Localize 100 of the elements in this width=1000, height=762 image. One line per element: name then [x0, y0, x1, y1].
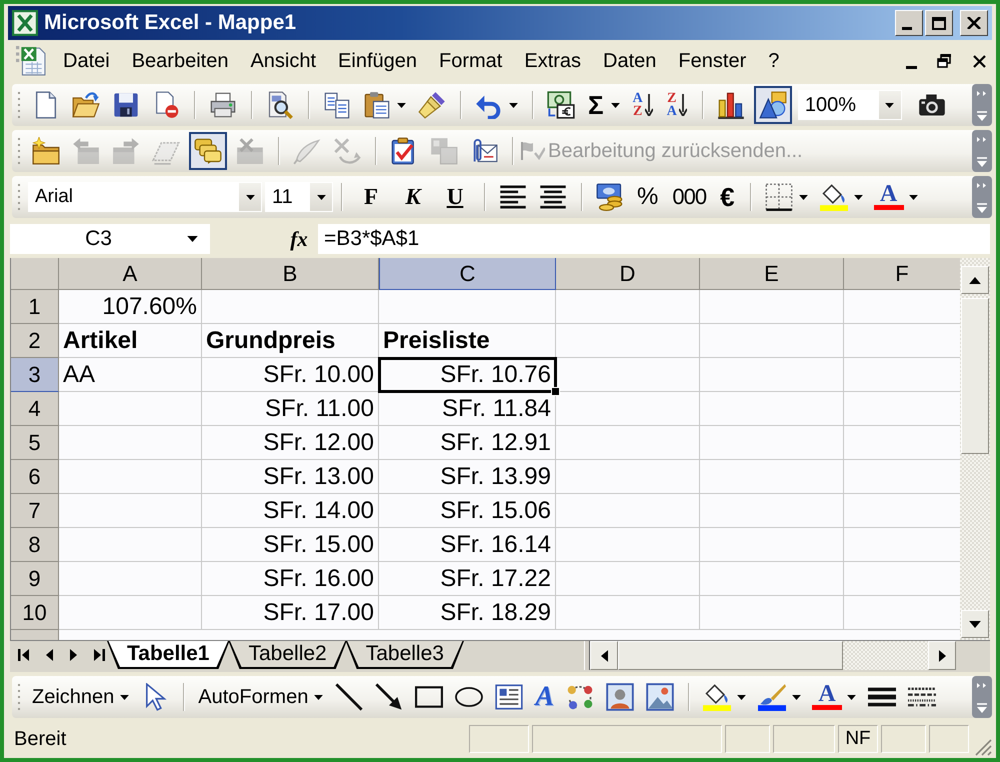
spreadsheet-cell[interactable]: SFr. 15.00	[202, 528, 379, 562]
line-icon[interactable]	[335, 683, 364, 711]
bold-button[interactable]: F	[350, 184, 392, 210]
caret-icon[interactable]	[187, 236, 198, 242]
thousands-separator-button[interactable]: 000	[665, 186, 714, 208]
autoshapes-menu-button[interactable]: AutoFormen	[192, 686, 330, 708]
spreadsheet-cell[interactable]: SFr. 17.22	[379, 562, 556, 596]
coins-icon[interactable]	[596, 183, 624, 211]
paint-bucket-icon[interactable]	[703, 683, 732, 711]
percent-button[interactable]: %	[630, 185, 666, 209]
split-handle[interactable]	[584, 641, 590, 670]
page-magnifier-icon[interactable]	[266, 91, 294, 119]
caret-icon[interactable]	[792, 694, 802, 700]
rectangle-icon[interactable]	[415, 683, 444, 711]
wordart-button[interactable]: A	[529, 683, 560, 711]
dropdown-button[interactable]	[878, 91, 901, 119]
font-color-button[interactable]: A	[812, 684, 842, 710]
first-sheet-icon[interactable]	[18, 648, 29, 662]
paintbrush-icon[interactable]	[758, 683, 786, 711]
drawing-button[interactable]	[754, 86, 792, 124]
font-size-combo[interactable]: 11	[265, 182, 333, 212]
dotted-grid-icon[interactable]	[764, 183, 793, 211]
dot-cycle-icon[interactable]	[566, 683, 594, 711]
toolbar-options-icon[interactable]	[972, 84, 992, 126]
scroll-left-button[interactable]	[590, 641, 618, 670]
spreadsheet-cell[interactable]: SFr. 13.00	[202, 460, 379, 494]
spreadsheet-cell[interactable]: Artikel	[59, 324, 202, 358]
align-center-icon[interactable]	[539, 183, 567, 211]
save-icon[interactable]	[112, 91, 140, 119]
spreadsheet-cell[interactable]: Preisliste	[379, 324, 556, 358]
menu-item[interactable]: Einfügen	[327, 46, 428, 76]
caret-icon[interactable]	[610, 102, 620, 108]
close-button[interactable]	[960, 10, 988, 36]
scroll-up-button[interactable]	[961, 266, 989, 294]
spreadsheet-cell[interactable]: SFr. 16.14	[379, 528, 556, 562]
euro-button[interactable]: €	[713, 184, 742, 210]
vertical-scrollbar[interactable]	[960, 258, 990, 640]
underline-button[interactable]: U	[434, 184, 476, 210]
paint-bucket-icon[interactable]	[820, 183, 848, 211]
sort-descending-button[interactable]: Z A	[660, 92, 694, 118]
font-color-button[interactable]: A	[874, 184, 904, 210]
show-all-comments-button[interactable]	[189, 132, 227, 170]
sheet-tab[interactable]: Tabelle2	[228, 641, 347, 669]
close-icon[interactable]	[973, 54, 986, 68]
scroll-thumb[interactable]	[961, 298, 989, 454]
spreadsheet-cell[interactable]: SFr. 11.84	[379, 392, 556, 426]
caret-icon[interactable]	[737, 694, 746, 700]
column-header[interactable]: A	[59, 258, 202, 290]
column-header[interactable]: F	[844, 258, 960, 290]
toolbar-options-icon[interactable]	[972, 676, 992, 718]
minimize-icon[interactable]	[906, 66, 917, 68]
align-left-icon[interactable]	[499, 183, 527, 211]
menu-item[interactable]: Bearbeiten	[120, 46, 240, 76]
next-sheet-icon[interactable]	[70, 648, 77, 662]
spreadsheet-cell[interactable]: SFr. 12.00	[202, 426, 379, 460]
previous-sheet-icon[interactable]	[46, 648, 53, 662]
print-icon[interactable]	[209, 91, 237, 119]
brush-icon[interactable]	[418, 91, 446, 119]
column-header[interactable]: D	[556, 258, 700, 290]
italic-button[interactable]: K	[392, 184, 434, 210]
font-combo[interactable]: Arial	[28, 182, 262, 212]
draw-menu-button[interactable]: Zeichnen	[26, 686, 136, 708]
text-box-icon[interactable]	[495, 683, 524, 711]
spreadsheet-document-icon[interactable]	[16, 46, 46, 76]
column-header[interactable]: B	[202, 258, 379, 290]
menu-item[interactable]: Format	[428, 46, 514, 76]
sheet-tab[interactable]: Tabelle1	[107, 641, 230, 669]
insert-function-button[interactable]: fx	[286, 226, 312, 252]
restore-icon[interactable]	[937, 54, 951, 68]
picture-icon[interactable]	[646, 683, 674, 711]
last-sheet-icon[interactable]	[94, 648, 105, 662]
banknote-icon[interactable]	[547, 91, 575, 119]
spreadsheet-cell[interactable]: SFr. 11.00	[202, 392, 379, 426]
fill-handle[interactable]	[551, 387, 560, 396]
minimize-button[interactable]	[895, 10, 923, 36]
scroll-down-button[interactable]	[961, 610, 989, 638]
caret-icon[interactable]	[798, 194, 808, 200]
sheet-tab[interactable]: Tabelle3	[346, 641, 464, 669]
spreadsheet-cell[interactable]: SFr. 17.00	[202, 596, 379, 630]
spreadsheet-cell[interactable]: 107.60%	[59, 290, 202, 324]
toolbar-options-icon[interactable]	[972, 130, 992, 172]
spreadsheet-cell[interactable]: Grundpreis	[202, 324, 379, 358]
folder-sparkle-icon[interactable]	[32, 137, 60, 165]
spreadsheet-cell[interactable]: SFr. 13.99	[379, 460, 556, 494]
row-header[interactable]: 3	[11, 358, 59, 392]
bar-chart-icon[interactable]	[716, 91, 745, 119]
paste-icon[interactable]	[363, 91, 391, 119]
spreadsheet-cell[interactable]: SFr. 18.29	[379, 596, 556, 630]
menu-item[interactable]: Ansicht	[239, 46, 328, 76]
name-box[interactable]: C3	[10, 224, 210, 254]
caret-icon[interactable]	[509, 102, 518, 108]
scroll-thumb[interactable]	[618, 641, 843, 670]
formula-field[interactable]: =B3*$A$1	[318, 224, 990, 254]
column-header[interactable]: C	[379, 258, 556, 290]
spreadsheet-cell[interactable]: AA	[59, 358, 202, 392]
spreadsheet-cell[interactable]: SFr. 15.06	[379, 494, 556, 528]
caret-icon[interactable]	[854, 194, 863, 200]
menu-item[interactable]: Extras	[513, 46, 592, 76]
portrait-frame-icon[interactable]	[606, 683, 634, 711]
zoom-combo[interactable]: 100%	[798, 90, 902, 120]
